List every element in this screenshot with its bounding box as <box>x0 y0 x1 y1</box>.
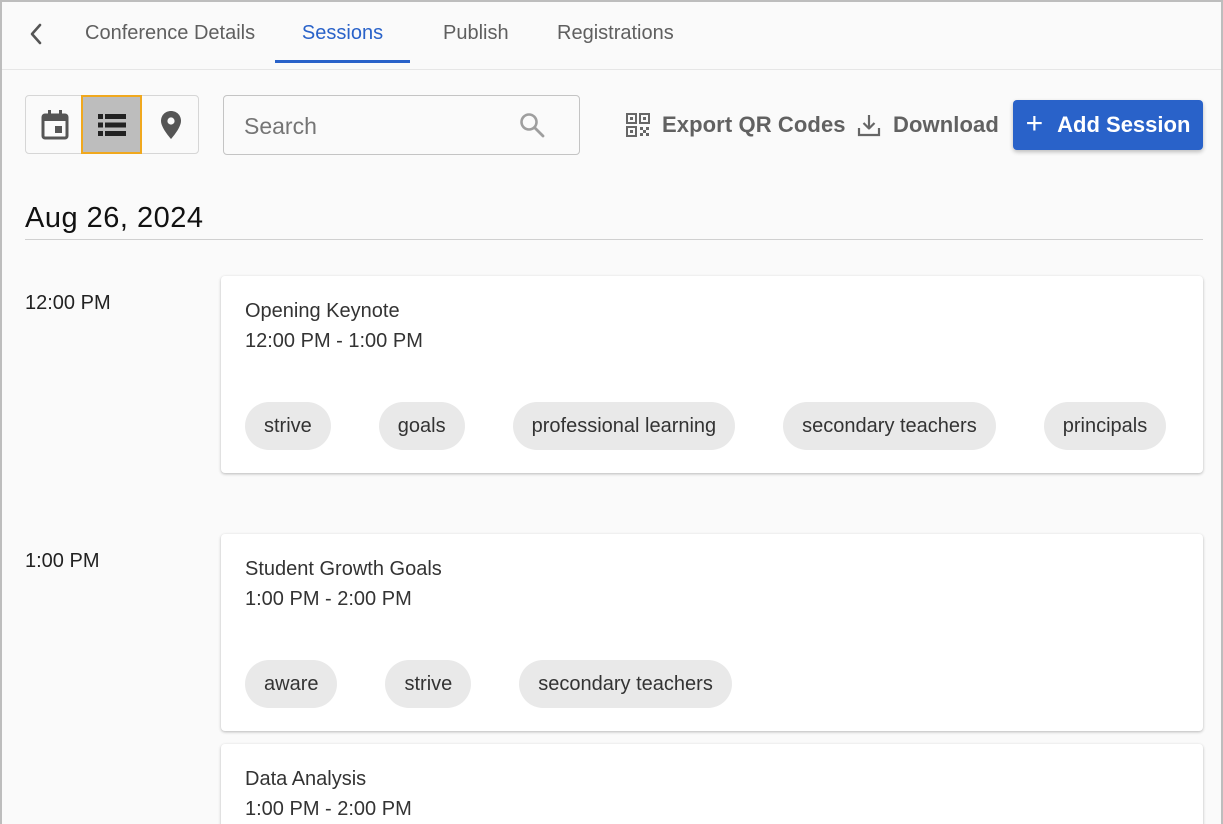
session-time-range: 1:00 PM - 2:00 PM <box>245 798 412 820</box>
list-view-button[interactable] <box>81 95 142 154</box>
tab-publish[interactable]: Publish <box>443 2 509 64</box>
add-session-button[interactable]: + Add Session <box>1013 100 1203 150</box>
active-tab-indicator <box>275 60 410 63</box>
tab-registrations[interactable]: Registrations <box>557 2 674 64</box>
tab-conference-details[interactable]: Conference Details <box>85 2 255 64</box>
tag-chip: strive <box>385 660 472 708</box>
session-time-range: 12:00 PM - 1:00 PM <box>245 330 423 352</box>
search-icon[interactable] <box>518 111 546 139</box>
time-slot-label: 12:00 PM <box>25 292 111 314</box>
tag-chip: secondary teachers <box>783 402 996 450</box>
calendar-view-button[interactable] <box>26 96 84 153</box>
tag-chip: professional learning <box>512 402 736 450</box>
download-icon <box>857 115 881 137</box>
add-session-label: Add Session <box>1057 112 1191 137</box>
session-title: Student Growth Goals <box>245 558 442 580</box>
export-qr-codes-button[interactable]: Export QR Codes <box>626 102 846 148</box>
qr-code-icon <box>626 113 650 137</box>
session-card[interactable]: Opening Keynote 12:00 PM - 1:00 PM striv… <box>221 276 1203 473</box>
view-toggle-group <box>25 95 199 154</box>
schedule-date-heading: Aug 26, 2024 <box>25 202 204 234</box>
tag-chip: goals <box>378 402 465 450</box>
download-label: Download <box>893 112 999 137</box>
session-title: Data Analysis <box>245 768 367 790</box>
session-card[interactable]: Data Analysis 1:00 PM - 2:00 PM <box>221 744 1203 824</box>
tag-chip: aware <box>245 660 338 708</box>
tag-chip: principals <box>1043 402 1167 450</box>
tag-chip: secondary teachers <box>519 660 732 708</box>
tag-chip: strive <box>245 402 331 450</box>
calendar-icon <box>41 109 69 139</box>
download-button[interactable]: Download <box>857 102 999 148</box>
tab-sessions[interactable]: Sessions <box>275 2 410 64</box>
tag-list: aware strive secondary teachers <box>245 660 780 708</box>
app-frame: Conference Details Sessions Publish Regi… <box>0 0 1223 824</box>
divider <box>25 239 1203 240</box>
back-button[interactable] <box>22 20 50 48</box>
session-time-range: 1:00 PM - 2:00 PM <box>245 588 412 610</box>
map-view-button[interactable] <box>142 96 200 153</box>
session-card[interactable]: Student Growth Goals 1:00 PM - 2:00 PM a… <box>221 534 1203 731</box>
tag-list: strive goals professional learning secon… <box>245 402 1214 450</box>
top-nav: Conference Details Sessions Publish Regi… <box>2 2 1221 70</box>
list-icon <box>97 113 126 136</box>
time-slot-label: 1:00 PM <box>25 550 100 572</box>
location-pin-icon <box>161 110 181 139</box>
plus-icon: + <box>1025 106 1044 140</box>
export-qr-codes-label: Export QR Codes <box>662 112 846 137</box>
session-title: Opening Keynote <box>245 300 400 322</box>
chevron-left-icon <box>30 23 42 45</box>
search-input[interactable] <box>244 110 514 142</box>
